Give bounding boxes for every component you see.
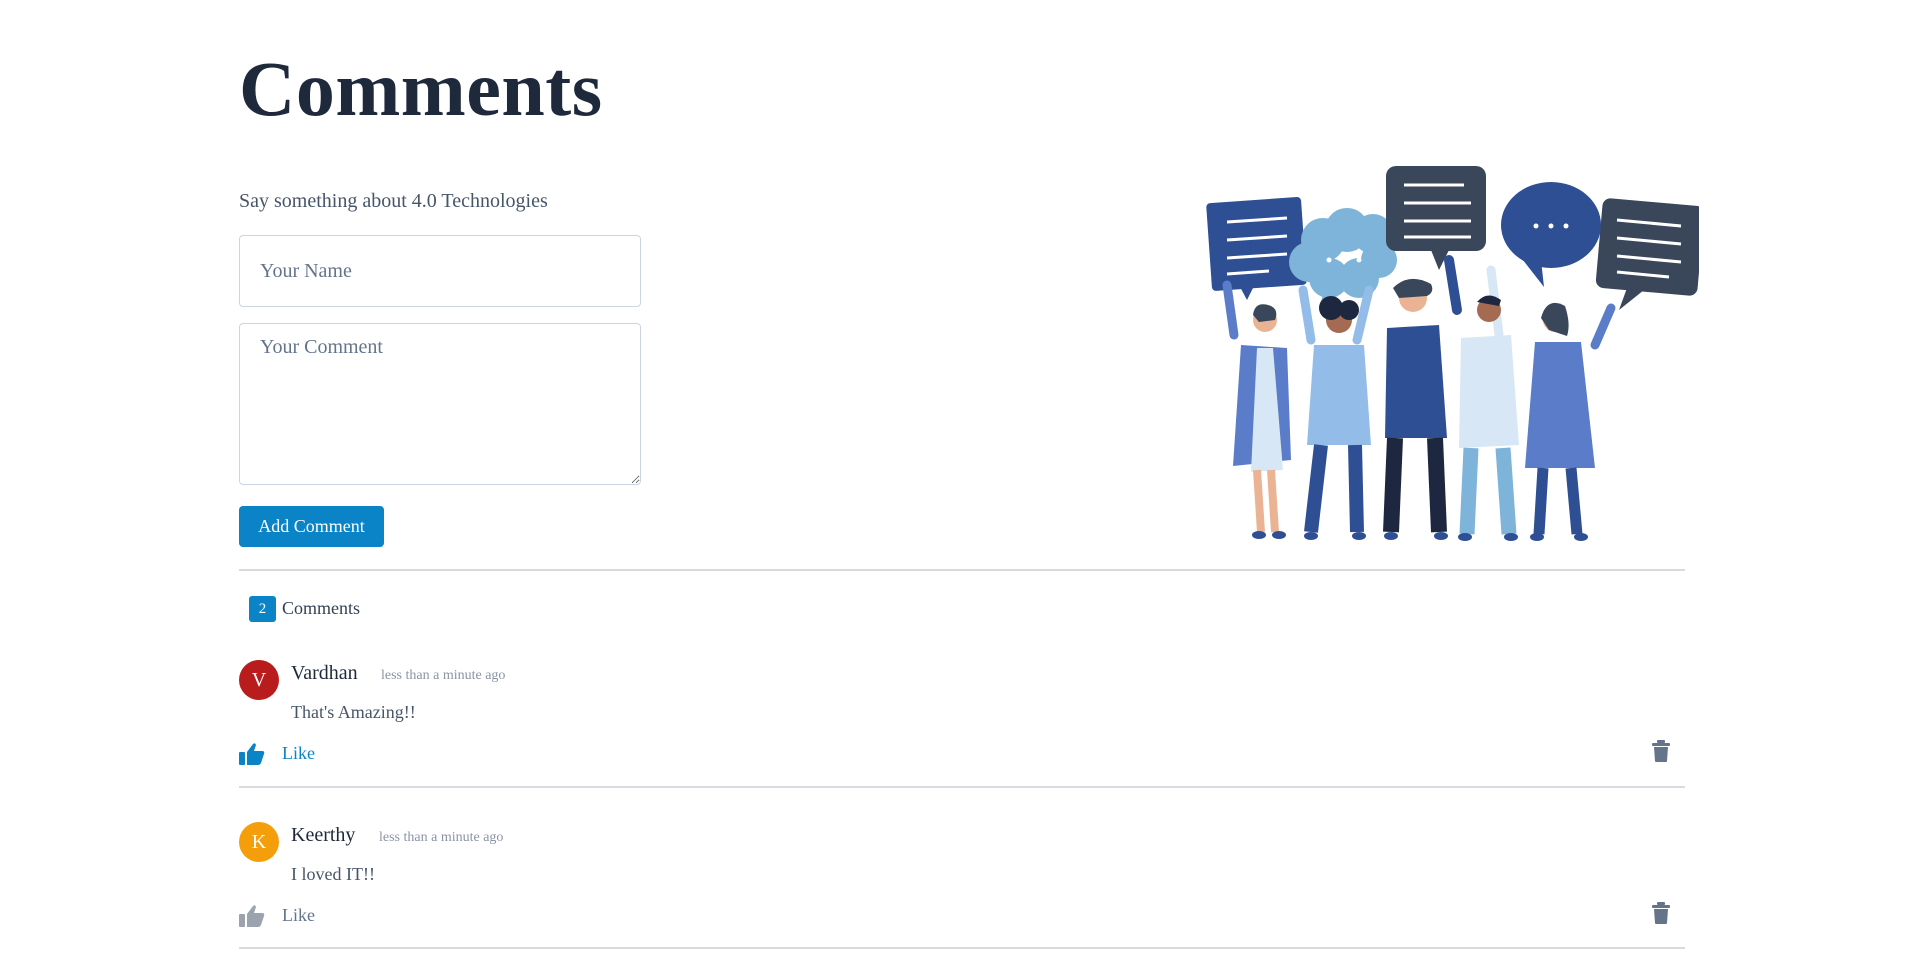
avatar: V xyxy=(239,660,279,700)
thumbs-up-icon xyxy=(239,743,265,765)
add-comment-button[interactable]: Add Comment xyxy=(239,506,384,547)
avatar: K xyxy=(239,822,279,862)
comment-timestamp: less than a minute ago xyxy=(379,830,504,845)
comments-count-label: Comments xyxy=(282,598,361,618)
form-divider xyxy=(239,569,1685,571)
form-prompt: Say something about 4.0 Technologies xyxy=(239,190,548,212)
trash-icon[interactable] xyxy=(1652,902,1670,924)
comment-item: K Keerthy less than a minute ago I loved… xyxy=(239,822,1685,972)
comment-input[interactable] xyxy=(239,323,641,485)
comment-text: That's Amazing!! xyxy=(291,702,416,722)
comments-app: Comments Say something about 4.0 Technol… xyxy=(239,0,1699,965)
comment-timestamp: less than a minute ago xyxy=(381,668,506,683)
comment-divider xyxy=(239,786,1685,788)
people-speech-bubbles-illustration xyxy=(1206,166,1699,541)
comments-count-badge: 2 xyxy=(249,596,276,622)
name-input[interactable] xyxy=(239,235,641,307)
like-label: Like xyxy=(282,743,315,763)
trash-icon[interactable] xyxy=(1652,740,1670,762)
comment-author: Vardhan xyxy=(291,662,358,684)
thumbs-up-icon xyxy=(239,905,265,927)
page-title: Comments xyxy=(239,45,603,132)
comment-author: Keerthy xyxy=(291,824,356,846)
like-label: Like xyxy=(282,905,315,925)
comment-divider xyxy=(239,947,1685,949)
comment-text: I loved IT!! xyxy=(291,864,375,884)
